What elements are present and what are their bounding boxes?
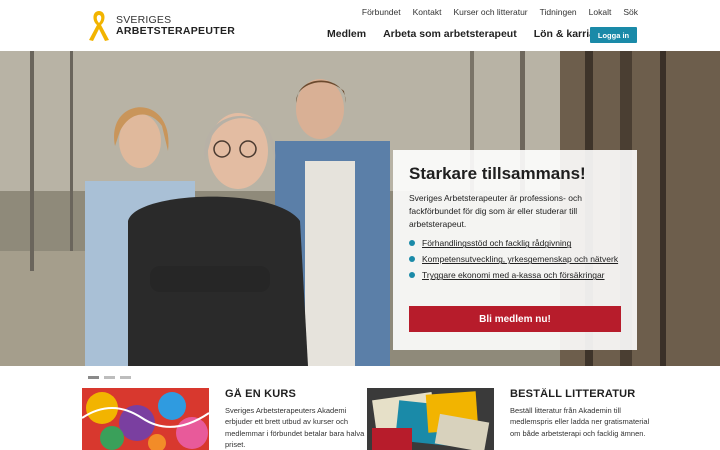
carousel-dot-2[interactable] [104,376,115,379]
topnav-kurser[interactable]: Kurser och litteratur [453,7,527,17]
carousel-indicators [88,376,131,379]
carousel-dot-1[interactable] [88,376,99,379]
benefit-link[interactable]: Tryggare ekonomi med a-kassa och försäkr… [422,270,605,280]
bullet-dot-icon [409,240,415,247]
course-card[interactable]: GÅ EN KURS Sveriges Arbetsterapeuters Ak… [82,388,382,450]
login-button[interactable]: Logga in [590,27,637,43]
topnav-tidningen[interactable]: Tidningen [540,7,577,17]
bullet-dot-icon [409,272,415,279]
course-card-title[interactable]: GÅ EN KURS [225,388,373,400]
main-nav: Medlem Arbeta som arbetsterapeut Lön & k… [327,28,599,40]
benefit-link[interactable]: Kompetensutveckling, yrkesgemenskap och … [422,254,618,264]
benefit-link[interactable]: Förhandlingsstöd och facklig rådgivning [422,238,571,248]
course-image [82,388,209,450]
course-card-text: Sveriges Arbetsterapeuters Akademi erbju… [225,406,365,449]
topnav-forbundet[interactable]: Förbundet [362,7,401,17]
topnav-kontakt[interactable]: Kontakt [413,7,442,17]
literature-image [367,388,494,450]
mainnav-medlem[interactable]: Medlem [327,28,366,40]
site-header: SVERIGES ARBETSTERAPEUTER Förbundet Kont… [0,0,720,51]
ribbon-logo-icon [89,11,109,41]
logo-line2: ARBETSTERAPEUTER [116,25,236,37]
topnav-lokalt[interactable]: Lokalt [589,7,612,17]
bullet-dot-icon [409,256,415,263]
literature-card-title[interactable]: BESTÄLL LITTERATUR [510,388,658,400]
hero-text: Sveriges Arbetsterapeuter är professions… [409,193,582,229]
list-item[interactable]: Tryggare ekonomi med a-kassa och försäkr… [409,270,621,280]
carousel-dot-3[interactable] [120,376,131,379]
list-item[interactable]: Kompetensutveckling, yrkesgemenskap och … [409,254,621,264]
hero-benefits-list: Förhandlingsstöd och facklig rådgivning … [409,238,621,280]
literature-card[interactable]: BESTÄLL LITTERATUR Beställ litteratur fr… [367,388,667,450]
list-item[interactable]: Förhandlingsstöd och facklig rådgivning [409,238,621,248]
topnav-sok[interactable]: Sök [623,7,638,17]
hero-title: Starkare tillsammans! [409,164,586,183]
become-member-button[interactable]: Bli medlem nu! [409,306,621,332]
hero-banner: Starkare tillsammans! Sveriges Arbetster… [0,51,720,366]
top-nav: Förbundet Kontakt Kurser och litteratur … [362,7,638,17]
logo[interactable]: SVERIGES ARBETSTERAPEUTER [86,8,235,44]
hero-card: Starkare tillsammans! Sveriges Arbetster… [393,150,637,350]
literature-card-text: Beställ litteratur från Akademin till me… [510,406,650,438]
mainnav-arbeta[interactable]: Arbeta som arbetsterapeut [383,28,517,40]
